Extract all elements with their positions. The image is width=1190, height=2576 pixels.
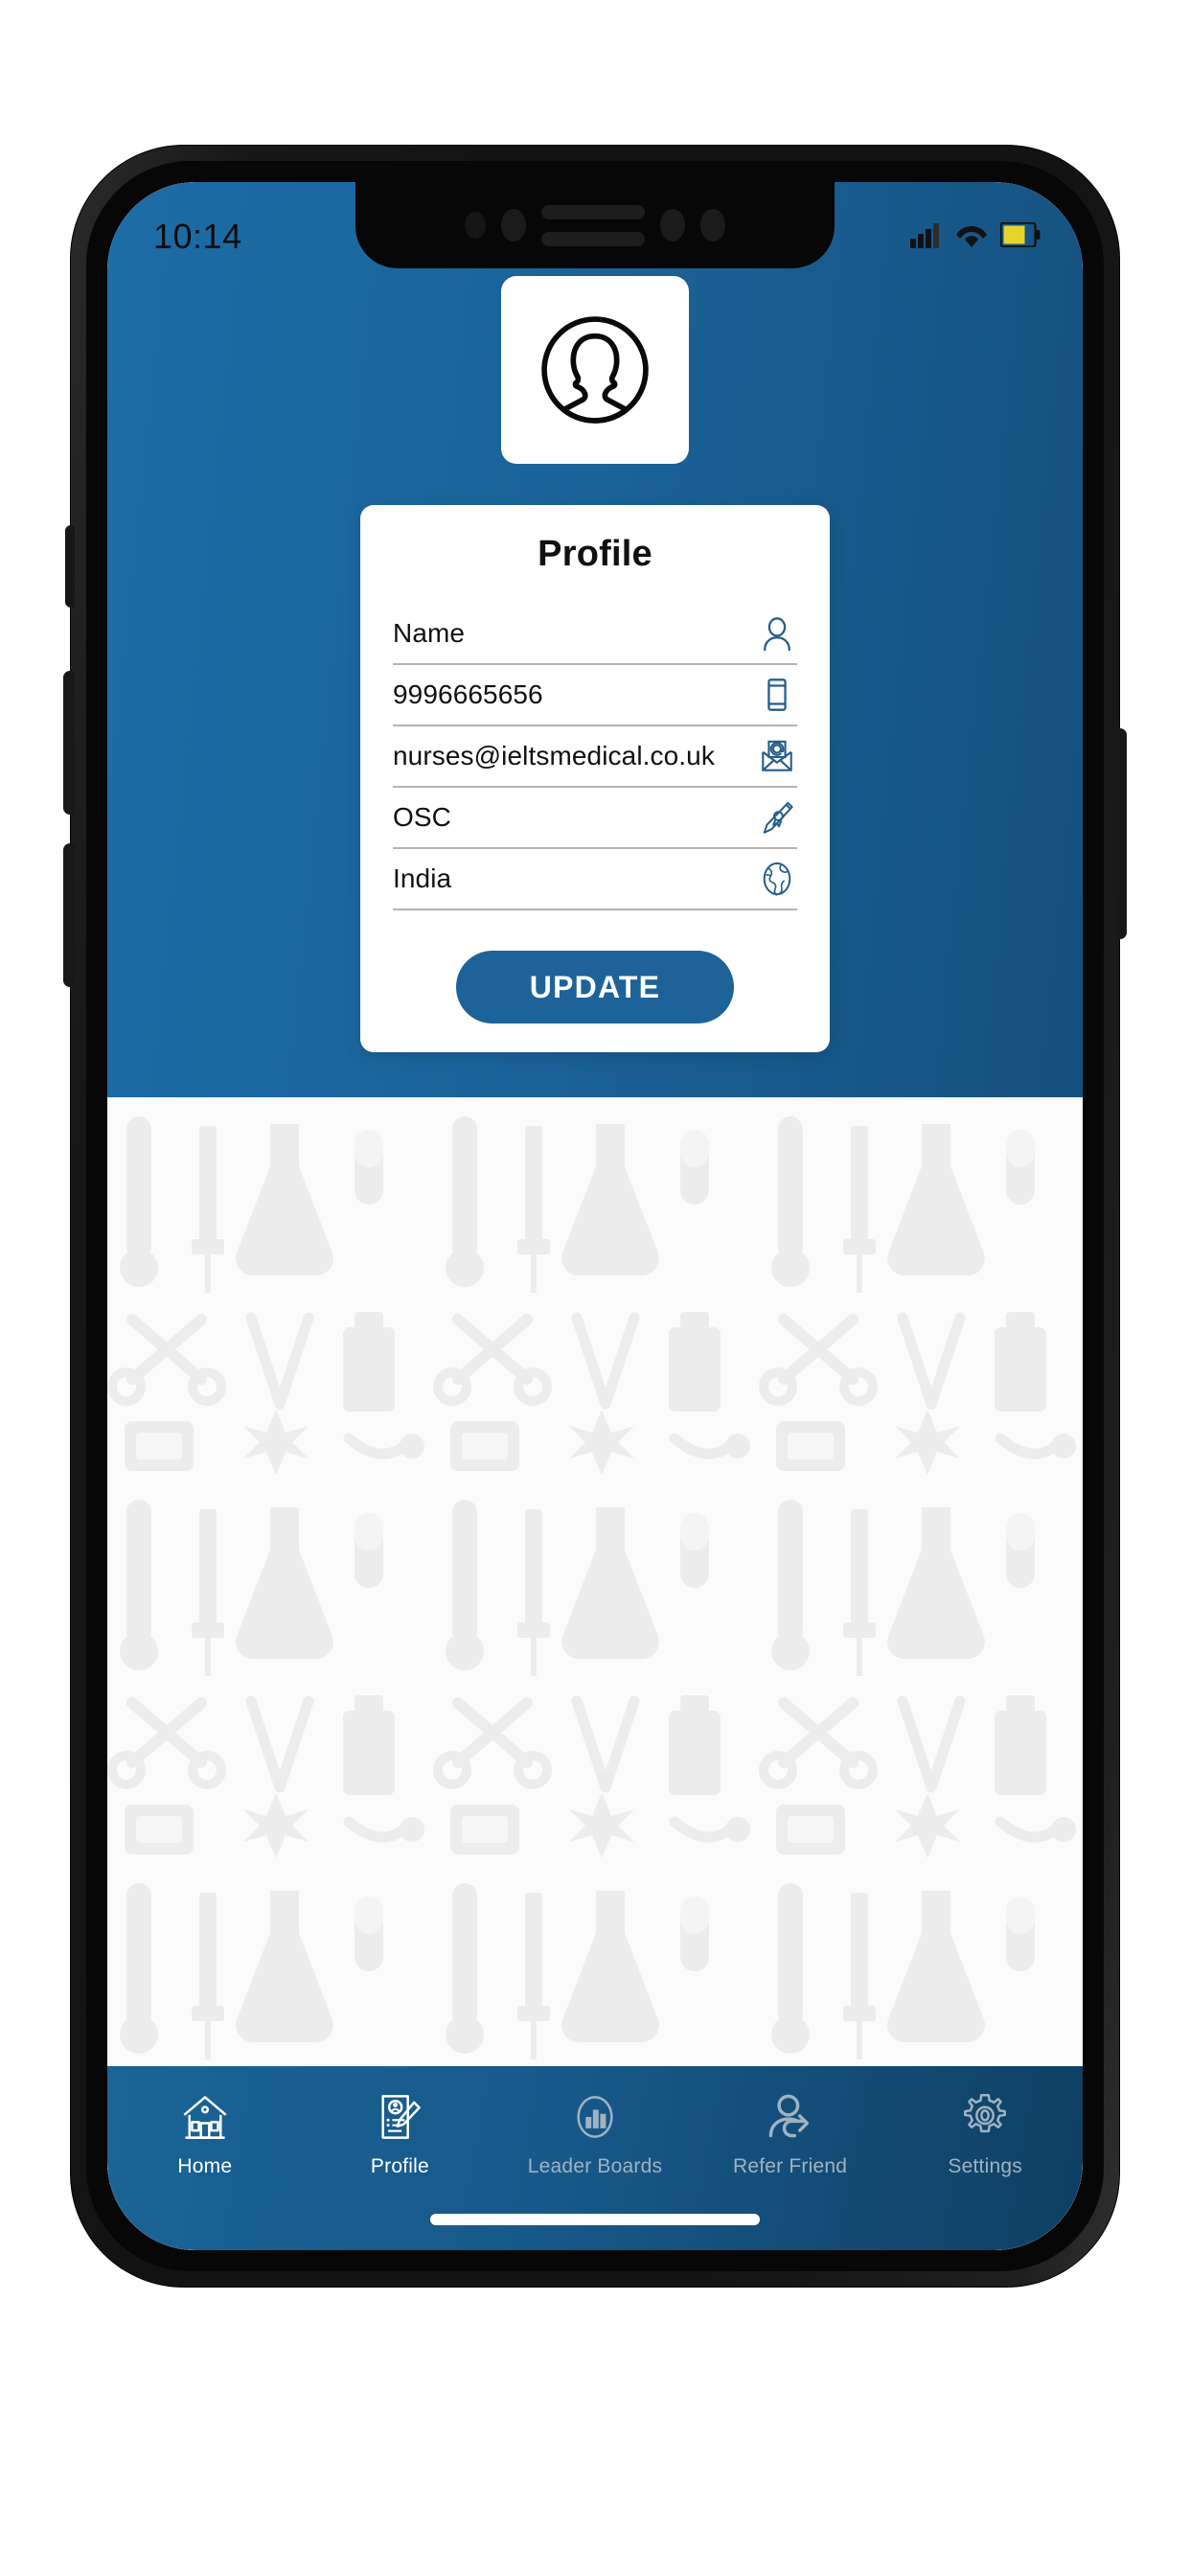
- field-row-country[interactable]: India: [393, 849, 797, 910]
- phone-screen: Profile Name 9996665656 nurses@ieltsmedi…: [107, 182, 1083, 2250]
- nav-label-home: Home: [177, 2155, 233, 2177]
- battery-icon: [999, 220, 1041, 252]
- diploma-icon: [757, 797, 797, 838]
- signal-icon: [910, 221, 943, 253]
- nav-item-home[interactable]: Home: [119, 2087, 291, 2178]
- country-field-value[interactable]: India: [393, 863, 451, 894]
- nav-item-settings[interactable]: Settings: [899, 2087, 1071, 2178]
- volume-down-button[interactable]: [63, 843, 75, 987]
- field-row-email[interactable]: nurses@ieltsmedical.co.uk: [393, 726, 797, 788]
- avatar[interactable]: [501, 276, 689, 464]
- status-time: 10:14: [153, 217, 242, 256]
- person-share-icon: [766, 2087, 815, 2147]
- field-row-course[interactable]: OSC: [393, 788, 797, 849]
- home-indicator[interactable]: [430, 2214, 760, 2225]
- globe-icon: [757, 859, 797, 899]
- field-row-phone[interactable]: 9996665656: [393, 665, 797, 726]
- bar-chart-icon: [570, 2087, 620, 2147]
- home-icon: [180, 2087, 230, 2147]
- update-button-container: UPDATE: [393, 951, 797, 1024]
- nav-label-refer-friend: Refer Friend: [733, 2155, 848, 2177]
- nav-item-refer-friend[interactable]: Refer Friend: [704, 2087, 877, 2178]
- person-icon: [757, 613, 797, 654]
- profile-doc-icon: [375, 2087, 424, 2147]
- silent-switch-button[interactable]: [65, 525, 75, 608]
- update-button[interactable]: UPDATE: [456, 951, 734, 1024]
- power-button[interactable]: [1115, 728, 1127, 939]
- nav-label-profile: Profile: [370, 2155, 429, 2177]
- volume-up-button[interactable]: [63, 671, 75, 815]
- profile-card: Profile Name 9996665656 nurses@ieltsmedi…: [360, 505, 830, 1052]
- email-at-icon: [757, 736, 797, 776]
- status-icon-group: [910, 220, 1041, 253]
- wifi-icon: [955, 221, 988, 253]
- phone-field-value[interactable]: 9996665656: [393, 679, 543, 710]
- nav-item-profile[interactable]: Profile: [313, 2087, 486, 2178]
- nav-label-settings: Settings: [948, 2155, 1022, 2177]
- nav-label-leader-boards: Leader Boards: [527, 2155, 663, 2177]
- name-field-value[interactable]: Name: [393, 618, 465, 649]
- user-portrait-icon: [541, 316, 649, 424]
- app-container: Profile Name 9996665656 nurses@ieltsmedi…: [107, 182, 1083, 2250]
- course-field-value[interactable]: OSC: [393, 802, 451, 833]
- page-title: Profile: [538, 534, 652, 574]
- field-row-name[interactable]: Name: [393, 604, 797, 665]
- email-field-value[interactable]: nurses@ieltsmedical.co.uk: [393, 741, 715, 771]
- mobile-phone-icon: [757, 675, 797, 715]
- gear-icon: [960, 2087, 1010, 2147]
- nav-item-leader-boards[interactable]: Leader Boards: [509, 2087, 681, 2178]
- status-bar: 10:14: [107, 182, 1083, 274]
- page-root: Profile Name 9996665656 nurses@ieltsmedi…: [0, 0, 1190, 2576]
